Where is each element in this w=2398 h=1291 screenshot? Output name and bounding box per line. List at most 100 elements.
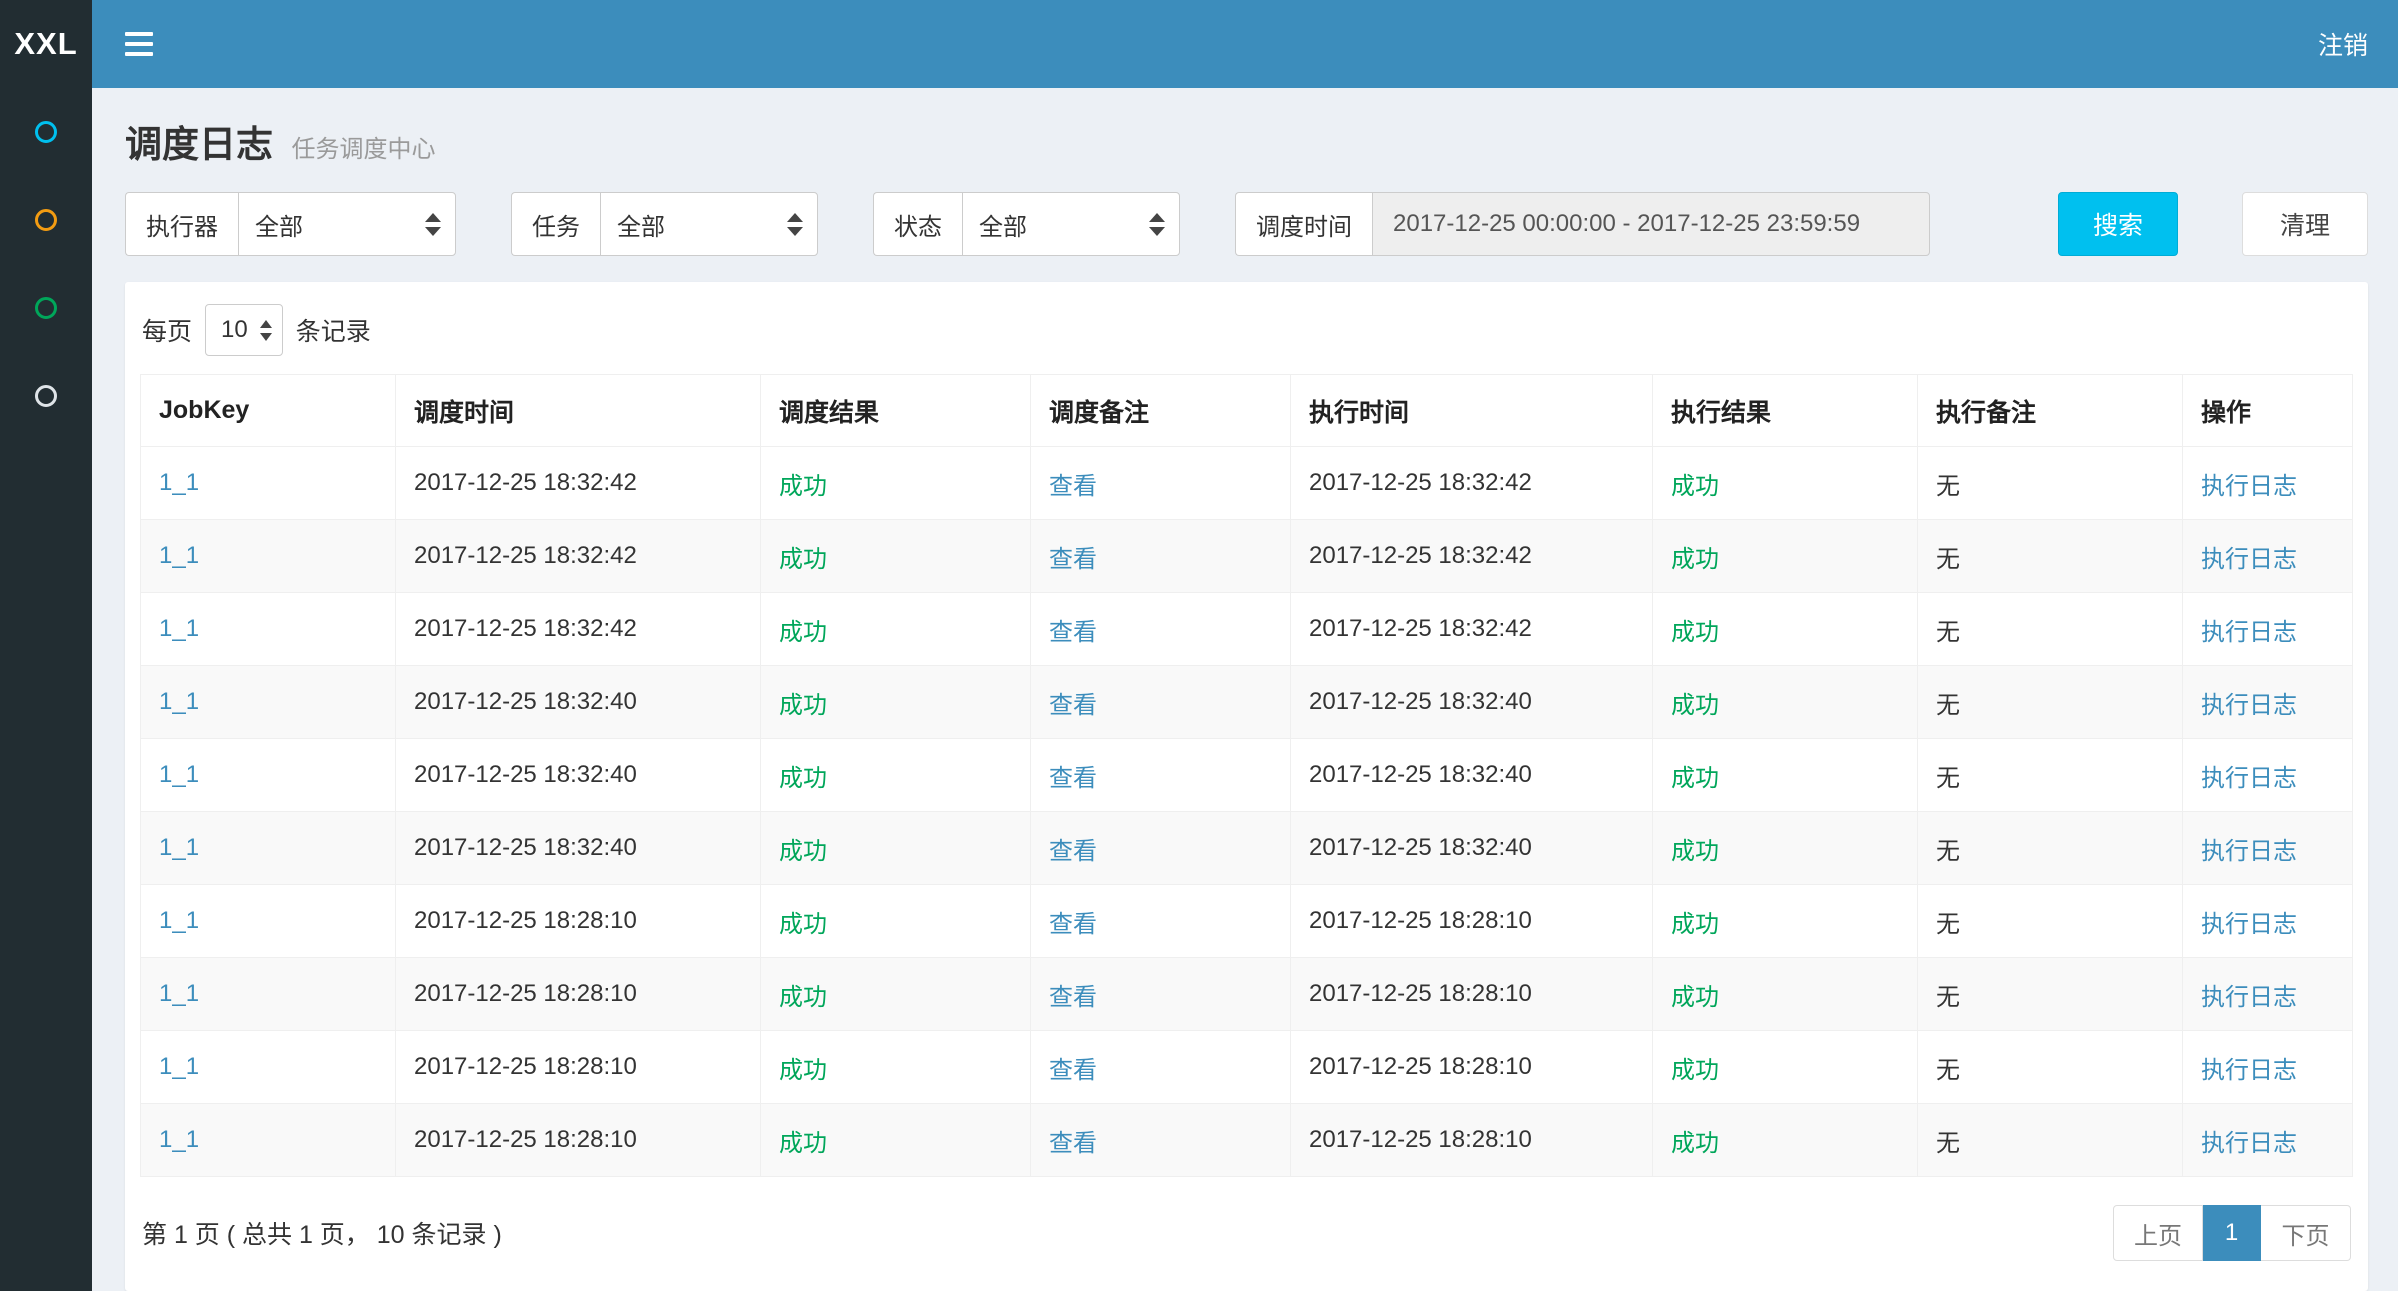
jobkey-link[interactable]: 1_1 — [159, 1053, 199, 1080]
trigger-msg-link[interactable]: 查看 — [1049, 692, 1097, 719]
trigger-time-input[interactable]: 2017-12-25 00:00:00 - 2017-12-25 23:59:5… — [1372, 192, 1930, 256]
trigger-msg-cell: 查看 — [1031, 885, 1291, 958]
trigger-result-cell: 成功 — [761, 666, 1031, 739]
trigger-msg-cell: 查看 — [1031, 958, 1291, 1031]
search-button[interactable]: 搜索 — [2058, 192, 2178, 256]
app-logo[interactable]: XXL — [0, 0, 92, 88]
sidebar-toggle-icon[interactable] — [100, 0, 178, 88]
handle-msg-cell: 无 — [1918, 666, 2183, 739]
handle-msg-cell: 无 — [1918, 520, 2183, 593]
exec-log-link[interactable]: 执行日志 — [2201, 692, 2297, 719]
trigger-time-label: 调度时间 — [1235, 192, 1372, 256]
column-header-trigger-msg: 调度备注 — [1031, 375, 1291, 447]
status-select-value: 全部 — [979, 207, 1027, 242]
table-row: 1_1 2017-12-25 18:28:10 成功 查看 2017-12-25… — [141, 1031, 2353, 1104]
action-cell: 执行日志 — [2183, 1104, 2353, 1177]
handle-result-cell: 成功 — [1653, 447, 1918, 520]
page-size-prefix-label: 每页 — [142, 312, 192, 348]
action-cell: 执行日志 — [2183, 885, 2353, 958]
trigger-msg-link[interactable]: 查看 — [1049, 473, 1097, 500]
jobkey-link[interactable]: 1_1 — [159, 688, 199, 715]
handle-result-cell: 成功 — [1653, 885, 1918, 958]
jobkey-link[interactable]: 1_1 — [159, 980, 199, 1007]
trigger-msg-cell: 查看 — [1031, 1104, 1291, 1177]
jobkey-link[interactable]: 1_1 — [159, 1126, 199, 1153]
pagination-info: 第 1 页 ( 总共 1 页， 10 条记录 ) — [142, 1215, 502, 1251]
sidebar-item-4-circle-icon[interactable] — [35, 385, 57, 407]
table-header-row: JobKey 调度时间 调度结果 调度备注 执行时间 执行结果 执行备注 操作 — [141, 375, 2353, 447]
current-page-button[interactable]: 1 — [2203, 1205, 2261, 1261]
trigger-msg-cell: 查看 — [1031, 520, 1291, 593]
trigger-time-cell: 2017-12-25 18:28:10 — [396, 958, 761, 1031]
clear-button[interactable]: 清理 — [2242, 192, 2368, 256]
status-filter-group: 状态 全部 — [873, 192, 1180, 256]
log-table: JobKey 调度时间 调度结果 调度备注 执行时间 执行结果 执行备注 操作 — [140, 374, 2353, 1177]
topbar: XXL 注销 — [0, 0, 2398, 88]
exec-log-link[interactable]: 执行日志 — [2201, 1130, 2297, 1157]
executor-select[interactable]: 全部 — [238, 192, 456, 256]
column-header-trigger-time: 调度时间 — [396, 375, 761, 447]
action-cell: 执行日志 — [2183, 593, 2353, 666]
trigger-msg-link[interactable]: 查看 — [1049, 546, 1097, 573]
handle-time-cell: 2017-12-25 18:28:10 — [1291, 1104, 1653, 1177]
action-cell: 执行日志 — [2183, 666, 2353, 739]
filter-bar: 执行器 全部 任务 全部 状态 全部 — [125, 192, 2368, 256]
trigger-msg-link[interactable]: 查看 — [1049, 1130, 1097, 1157]
jobkey-link[interactable]: 1_1 — [159, 469, 199, 496]
trigger-msg-link[interactable]: 查看 — [1049, 838, 1097, 865]
handle-time-cell: 2017-12-25 18:28:10 — [1291, 958, 1653, 1031]
trigger-time-cell: 2017-12-25 18:32:40 — [396, 812, 761, 885]
action-cell: 执行日志 — [2183, 739, 2353, 812]
exec-log-link[interactable]: 执行日志 — [2201, 473, 2297, 500]
jobkey-link[interactable]: 1_1 — [159, 542, 199, 569]
executor-select-value: 全部 — [255, 207, 303, 242]
jobkey-link[interactable]: 1_1 — [159, 907, 199, 934]
jobkey-link[interactable]: 1_1 — [159, 615, 199, 642]
handle-msg-cell: 无 — [1918, 1104, 2183, 1177]
exec-log-link[interactable]: 执行日志 — [2201, 546, 2297, 573]
handle-msg-cell: 无 — [1918, 447, 2183, 520]
handle-msg-cell: 无 — [1918, 593, 2183, 666]
trigger-msg-link[interactable]: 查看 — [1049, 1057, 1097, 1084]
trigger-msg-cell: 查看 — [1031, 739, 1291, 812]
sidebar-item-3-circle-icon[interactable] — [35, 297, 57, 319]
prev-page-button[interactable]: 上页 — [2113, 1205, 2203, 1261]
handle-result-cell: 成功 — [1653, 520, 1918, 593]
select-arrows-icon — [1129, 213, 1165, 236]
table-row: 1_1 2017-12-25 18:32:42 成功 查看 2017-12-25… — [141, 593, 2353, 666]
trigger-msg-link[interactable]: 查看 — [1049, 984, 1097, 1011]
sidebar-item-2-circle-icon[interactable] — [35, 209, 57, 231]
handle-result-cell: 成功 — [1653, 1031, 1918, 1104]
trigger-result-cell: 成功 — [761, 812, 1031, 885]
trigger-msg-link[interactable]: 查看 — [1049, 619, 1097, 646]
table-row: 1_1 2017-12-25 18:32:40 成功 查看 2017-12-25… — [141, 666, 2353, 739]
logout-link[interactable]: 注销 — [2288, 0, 2398, 88]
exec-log-link[interactable]: 执行日志 — [2201, 984, 2297, 1011]
page-size-row: 每页 10 条记录 — [140, 296, 2353, 374]
handle-time-cell: 2017-12-25 18:32:42 — [1291, 520, 1653, 593]
exec-log-link[interactable]: 执行日志 — [2201, 765, 2297, 792]
job-select[interactable]: 全部 — [600, 192, 818, 256]
handle-time-cell: 2017-12-25 18:32:40 — [1291, 739, 1653, 812]
exec-log-link[interactable]: 执行日志 — [2201, 838, 2297, 865]
column-header-handle-msg: 执行备注 — [1918, 375, 2183, 447]
exec-log-link[interactable]: 执行日志 — [2201, 1057, 2297, 1084]
page-size-select[interactable]: 10 — [205, 304, 283, 356]
exec-log-link[interactable]: 执行日志 — [2201, 911, 2297, 938]
handle-time-cell: 2017-12-25 18:32:40 — [1291, 666, 1653, 739]
trigger-msg-link[interactable]: 查看 — [1049, 765, 1097, 792]
exec-log-link[interactable]: 执行日志 — [2201, 619, 2297, 646]
jobkey-link[interactable]: 1_1 — [159, 761, 199, 788]
jobkey-link[interactable]: 1_1 — [159, 834, 199, 861]
table-row: 1_1 2017-12-25 18:32:42 成功 查看 2017-12-25… — [141, 520, 2353, 593]
select-arrows-icon — [767, 213, 803, 236]
jobkey-cell: 1_1 — [141, 520, 396, 593]
table-row: 1_1 2017-12-25 18:28:10 成功 查看 2017-12-25… — [141, 958, 2353, 1031]
status-select[interactable]: 全部 — [962, 192, 1180, 256]
jobkey-cell: 1_1 — [141, 593, 396, 666]
column-header-jobkey: JobKey — [141, 375, 396, 447]
trigger-time-cell: 2017-12-25 18:28:10 — [396, 1031, 761, 1104]
next-page-button[interactable]: 下页 — [2261, 1205, 2351, 1261]
trigger-msg-link[interactable]: 查看 — [1049, 911, 1097, 938]
sidebar-item-1-circle-icon[interactable] — [35, 121, 57, 143]
